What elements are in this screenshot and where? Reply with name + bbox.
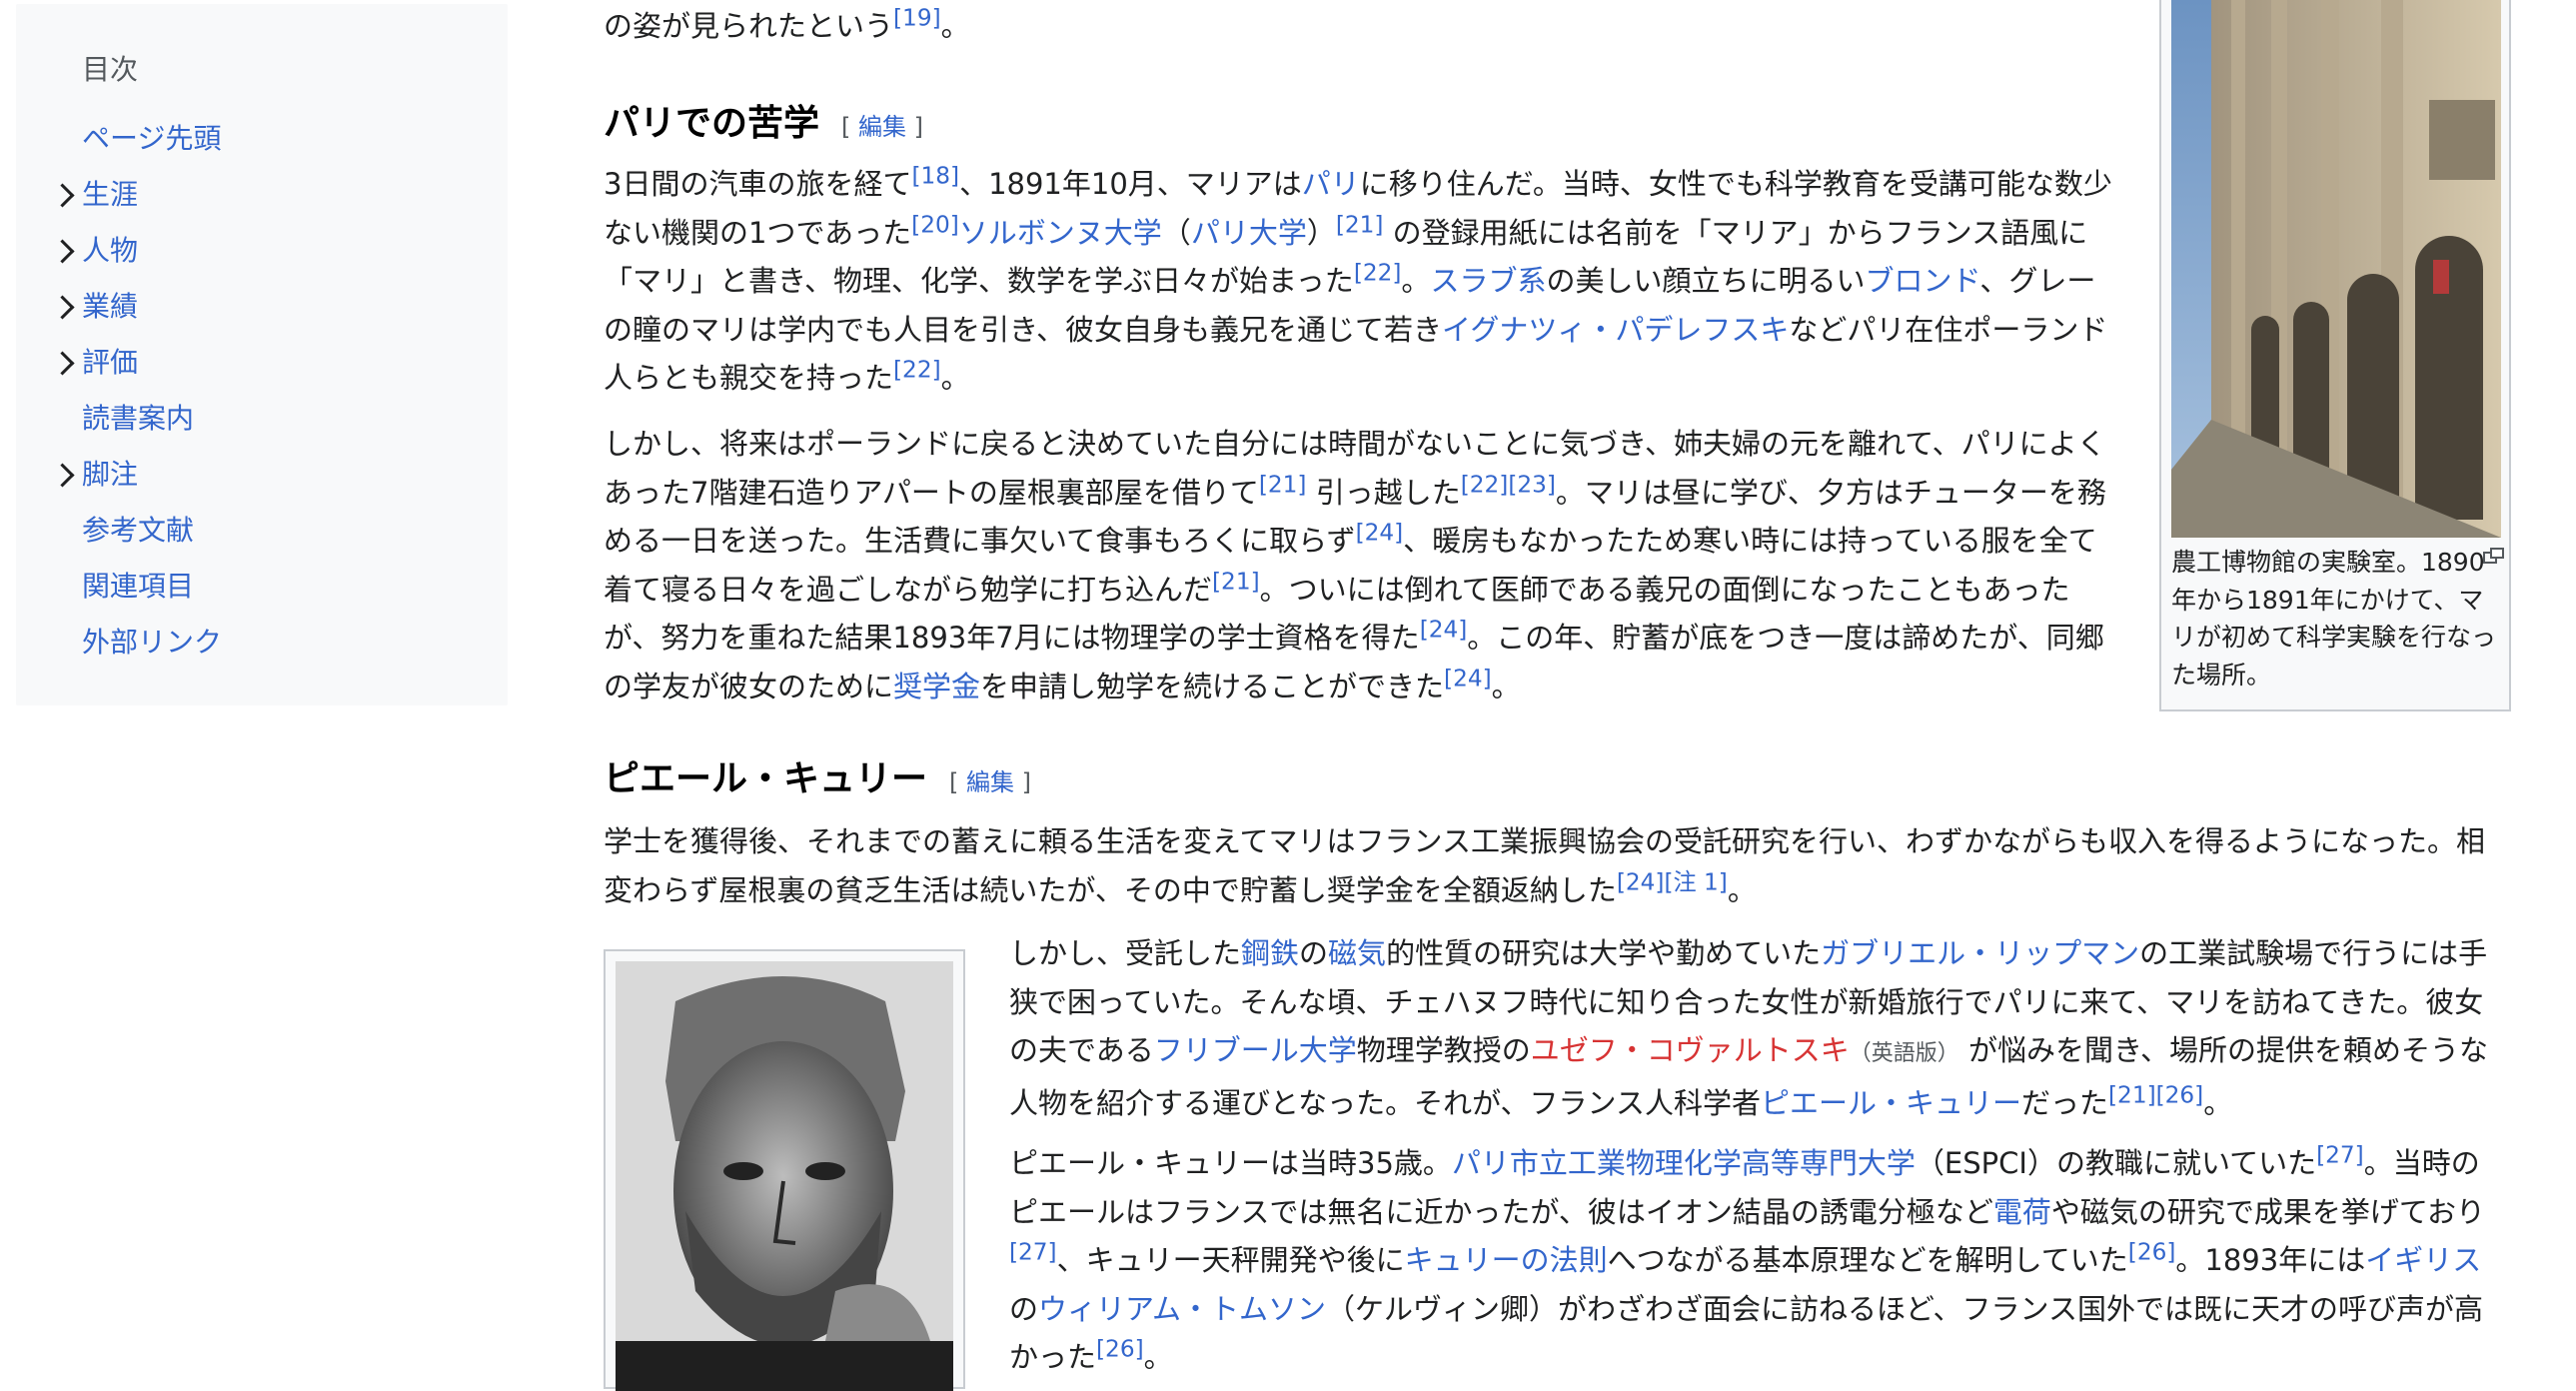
link-paris[interactable]: パリ bbox=[1302, 167, 1360, 201]
toc-item[interactable]: 読書案内 bbox=[82, 394, 194, 444]
ref-link[interactable]: [21] bbox=[1259, 471, 1307, 498]
portrait-photo[interactable] bbox=[616, 961, 953, 1391]
ref-link[interactable]: [27] bbox=[1009, 1238, 1057, 1265]
link-slav[interactable]: スラブ系 bbox=[1430, 264, 1546, 298]
ref-link[interactable]: [23] bbox=[1508, 471, 1556, 498]
thumbnail-portrait bbox=[604, 949, 965, 1391]
ref-link[interactable]: [22] bbox=[893, 356, 941, 383]
ref-link[interactable]: [26] bbox=[2128, 1238, 2176, 1265]
thumbnail-museum: 農工博物館の実験室。1890年から1891年にかけて、マリが初めて科学実験を行な… bbox=[2159, 0, 2511, 711]
chevron-right-icon[interactable] bbox=[50, 351, 75, 376]
toc-item[interactable]: 評価 bbox=[82, 338, 138, 388]
ref-link[interactable]: [24] bbox=[1444, 665, 1492, 692]
toc-item[interactable]: 業績 bbox=[82, 282, 138, 332]
paragraph-pierre-2: しかし、受託した鋼鉄の磁気的性質の研究は大学や勤めていたガブリエル・リップマンの… bbox=[1009, 936, 2488, 1120]
thumbnail-caption: 農工博物館の実験室。1890年から1891年にかけて、マリが初めて科学実験を行な… bbox=[2171, 548, 2497, 690]
toc-item[interactable]: 脚注 bbox=[82, 450, 138, 500]
link-kowalski-redlink[interactable]: ユゼフ・コヴァルトスキ bbox=[1531, 1033, 1850, 1067]
table-of-contents: 目次 ページ先頭生涯人物業績評価読書案内脚注参考文献関連項目外部リンク bbox=[16, 4, 508, 705]
paragraph-paris-2: しかし、将来はポーランドに戻ると決めていた自分には時間がないことに気づき、姉夫婦… bbox=[604, 427, 2106, 703]
edit-link[interactable]: 編集 bbox=[966, 768, 1014, 796]
link-pierre-curie[interactable]: ピエール・キュリー bbox=[1761, 1086, 2021, 1120]
chevron-right-icon[interactable] bbox=[50, 463, 75, 488]
link-paderewski[interactable]: イグナツィ・パデレフスキ bbox=[1442, 313, 1789, 347]
toc-title: 目次 bbox=[82, 53, 139, 86]
toc-item[interactable]: 生涯 bbox=[82, 170, 138, 220]
ref-link[interactable]: [24] bbox=[1420, 616, 1468, 643]
ref-link[interactable]: [22] bbox=[1461, 471, 1509, 498]
link-scholarship[interactable]: 奨学金 bbox=[893, 670, 980, 703]
ref-link[interactable]: [19] bbox=[893, 4, 941, 31]
link-england[interactable]: イギリス bbox=[2365, 1243, 2481, 1277]
link-english-version[interactable]: （英語版） bbox=[1850, 1041, 1959, 1066]
link-william-thomson[interactable]: ウィリアム・トムソン bbox=[1038, 1292, 1326, 1326]
link-paris-univ[interactable]: パリ大学 bbox=[1191, 216, 1307, 250]
paragraph-pierre-3: ピエール・キュリーは当時35歳。パリ市立工業物理化学高等専門大学（ESPCI）の… bbox=[1009, 1141, 2485, 1374]
museum-photo[interactable] bbox=[2171, 0, 2501, 538]
paragraph-pierre-1: 学士を獲得後、それまでの蓄えに頼る生活を変えてマリはフランス工業振興協会の受託研… bbox=[604, 824, 2485, 907]
ref-link[interactable]: [22] bbox=[1354, 259, 1402, 286]
ref-link[interactable]: [24] bbox=[1617, 868, 1665, 895]
section-heading-pierre: ピエール・キュリー[ 編集 ] bbox=[604, 758, 1032, 799]
ref-link[interactable]: [24] bbox=[1356, 519, 1404, 546]
link-lippmann[interactable]: ガブリエル・リップマン bbox=[1821, 936, 2139, 970]
toc-item[interactable]: 人物 bbox=[82, 226, 138, 276]
link-steel[interactable]: 鋼鉄 bbox=[1241, 936, 1299, 970]
paragraph-paris-1: 3日間の汽車の旅を経て[18]、1891年10月、マリアはパリに移り住んだ。当時… bbox=[604, 162, 2112, 395]
note-link[interactable]: [注 1] bbox=[1664, 868, 1727, 895]
edit-section-link: [ 編集 ] bbox=[841, 113, 924, 141]
ref-link[interactable]: [26] bbox=[2156, 1081, 2204, 1108]
link-charge[interactable]: 電荷 bbox=[1993, 1195, 2051, 1229]
link-fribourg-univ[interactable]: フリブール大学 bbox=[1154, 1033, 1357, 1067]
chevron-right-icon[interactable] bbox=[50, 183, 75, 208]
ref-link[interactable]: [18] bbox=[911, 162, 959, 189]
ref-link[interactable]: [21] bbox=[1212, 568, 1260, 595]
ref-link[interactable]: [27] bbox=[2316, 1141, 2364, 1168]
intro-line: の姿が見られたという[19]。 bbox=[604, 4, 970, 43]
chevron-right-icon[interactable] bbox=[50, 239, 75, 264]
toc-item[interactable]: 参考文献 bbox=[82, 506, 194, 556]
ref-link[interactable]: [26] bbox=[1096, 1335, 1144, 1362]
link-curie-law[interactable]: キュリーの法則 bbox=[1405, 1243, 1608, 1277]
toc-item[interactable]: ページ先頭 bbox=[82, 114, 221, 164]
section-heading-paris: パリでの苦学[ 編集 ] bbox=[604, 103, 924, 144]
link-blonde[interactable]: ブロンド bbox=[1865, 264, 1979, 298]
toc-item[interactable]: 外部リンク bbox=[82, 618, 222, 668]
link-sorbonne[interactable]: ソルボンヌ大学 bbox=[959, 216, 1162, 250]
ref-link[interactable]: [21] bbox=[2108, 1081, 2156, 1108]
link-magnetism[interactable]: 磁気 bbox=[1328, 936, 1386, 970]
toc-item[interactable]: 関連項目 bbox=[82, 562, 194, 612]
edit-link[interactable]: 編集 bbox=[858, 113, 906, 141]
ref-link[interactable]: [20] bbox=[911, 211, 959, 238]
chevron-right-icon[interactable] bbox=[50, 295, 75, 320]
link-espci[interactable]: パリ市立工業物理化学高等専門大学 bbox=[1452, 1146, 1916, 1180]
ref-link[interactable]: [21] bbox=[1336, 211, 1384, 238]
edit-section-link: [ 編集 ] bbox=[949, 768, 1032, 796]
